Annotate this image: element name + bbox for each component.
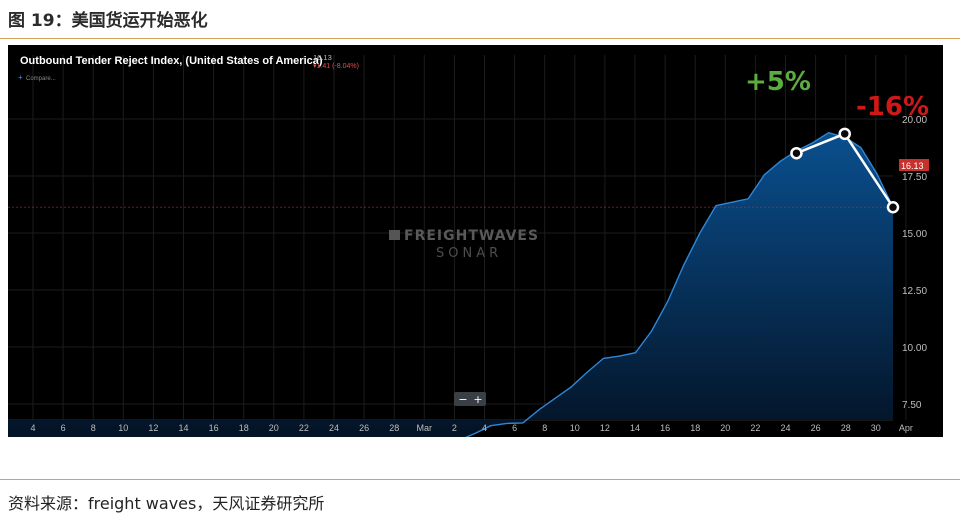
x-tick-label: 4 [30, 423, 35, 433]
x-tick-label: 30 [871, 423, 881, 433]
x-tick-label: 6 [512, 423, 517, 433]
y-tick-label: 12.50 [902, 286, 927, 297]
watermark-logo-icon [389, 230, 400, 240]
y-tick-label: 17.50 [902, 172, 927, 183]
x-tick-label: 8 [542, 423, 547, 433]
x-tick-label: 16 [209, 423, 219, 433]
annotation-decrease: -16% [856, 92, 929, 122]
y-tick-label: 7.50 [902, 400, 922, 411]
zoom-controls: − + [454, 392, 486, 406]
highlight-point [790, 146, 803, 160]
watermark-brand: FREIGHTWAVES [404, 228, 539, 244]
x-tick-label: 14 [630, 423, 640, 433]
y-tick-label: 10.00 [902, 343, 927, 354]
watermark: FREIGHTWAVES SONAR [389, 228, 539, 261]
highlight-point [886, 200, 900, 214]
x-tick-label: 22 [750, 423, 760, 433]
x-tick-label: 24 [780, 423, 790, 433]
y-tick-label: 15.00 [902, 229, 927, 240]
x-tick-label: 10 [118, 423, 128, 433]
current-value-label: 16.13 [901, 161, 924, 171]
x-tick-label: 26 [811, 423, 821, 433]
chart-title: Outbound Tender Reject Index, (United St… [20, 55, 323, 67]
x-tick-label: 14 [178, 423, 188, 433]
x-tick-label: 8 [91, 423, 96, 433]
zoom-out-button[interactable]: − [458, 393, 467, 406]
current-value-tag: 16.13 [899, 159, 929, 171]
x-tick-label: Mar [417, 423, 433, 433]
x-tick-label: 16 [660, 423, 670, 433]
x-tick-label: 24 [329, 423, 339, 433]
x-tick-label: 18 [239, 423, 249, 433]
annotation-increase: +5% [745, 67, 811, 97]
x-tick-label: 18 [690, 423, 700, 433]
x-tick-label: 28 [841, 423, 851, 433]
x-tick-label: 2 [452, 423, 457, 433]
zoom-in-button[interactable]: + [473, 393, 482, 406]
x-tick-label: Apr [899, 423, 913, 433]
header-value: 16.13 [313, 53, 332, 62]
compare-link[interactable]: Compare... [26, 76, 56, 82]
x-tick-label: 12 [600, 423, 610, 433]
x-tick-label: 4 [482, 423, 487, 433]
x-tick-label: 12 [148, 423, 158, 433]
x-tick-label: 28 [389, 423, 399, 433]
x-tick-label: 26 [359, 423, 369, 433]
watermark-product: SONAR [436, 246, 502, 261]
figure-title: 图 19：美国货运开始恶化 [8, 11, 208, 31]
x-tick-label: 10 [570, 423, 580, 433]
chart-svg: 4 6 8 10 12 14 16 18 20 22 24 26 28 Mar 2 4 6 8 10 12 14 16 18… [8, 53, 929, 437]
compare-plus-icon[interactable]: + [18, 73, 23, 82]
chart-panel: 4 6 8 10 12 14 16 18 20 22 24 26 28 Mar 2 4 6 8 10 12 14 16 18… [8, 45, 943, 437]
x-tick-label: 20 [720, 423, 730, 433]
bottom-divider [0, 479, 960, 480]
x-tick-label: 20 [269, 423, 279, 433]
source-note: 资料来源：freight waves，天风证券研究所 [8, 494, 325, 513]
series-area [8, 132, 893, 437]
x-tick-label: 6 [61, 423, 66, 433]
header-change: ▾1.41 (-8.04%) [313, 63, 359, 70]
x-tick-label: 22 [299, 423, 309, 433]
highlight-point [838, 127, 851, 141]
top-divider [0, 38, 960, 39]
